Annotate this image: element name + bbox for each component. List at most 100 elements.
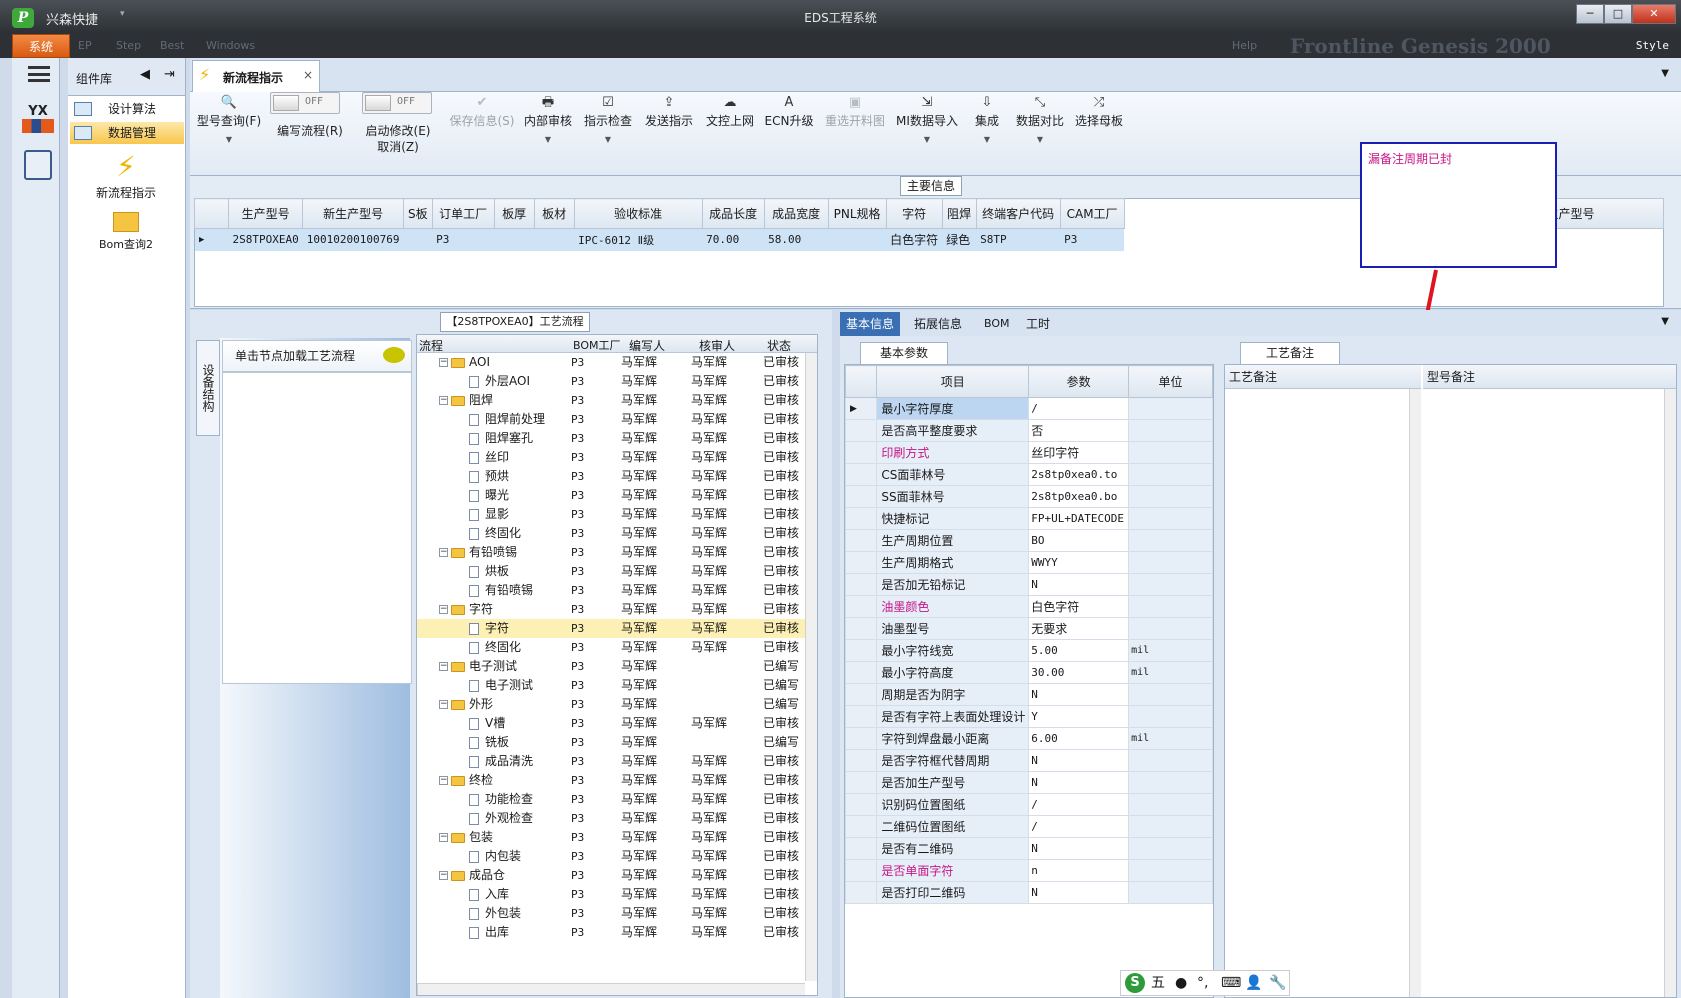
calculator-icon[interactable] — [24, 150, 52, 180]
minimize-button[interactable]: ─ — [1576, 4, 1604, 24]
tree-row[interactable]: − 外形 P3 马军辉 已编写 — [417, 695, 807, 714]
param-value[interactable]: n — [1028, 859, 1130, 882]
tree-row[interactable]: − 字符 P3 马军辉 马军辉 已审核 — [417, 600, 807, 619]
param-value[interactable]: N — [1028, 749, 1130, 772]
tree-row[interactable]: 外观检查 P3 马军辉 马军辉 已审核 — [417, 809, 807, 828]
tree-row[interactable]: 阻焊前处理 P3 马军辉 马军辉 已审核 — [417, 410, 807, 429]
param-value[interactable]: 否 — [1028, 419, 1130, 442]
cell[interactable] — [494, 228, 535, 251]
cell[interactable]: 58.00 — [764, 228, 829, 251]
toggle-switch[interactable]: OFF — [362, 92, 432, 114]
column-header[interactable]: PNL规格 — [827, 198, 887, 229]
param-value[interactable]: 无要求 — [1028, 617, 1130, 640]
internal-review-button[interactable]: 🖶 内部审核 ▼ — [520, 94, 576, 164]
tree-row[interactable]: 预烘 P3 马军辉 马军辉 已审核 — [417, 467, 807, 486]
collapse-toggle-icon[interactable]: − — [439, 548, 448, 557]
tree-row[interactable]: − 有铅喷锡 P3 马军辉 马军辉 已审核 — [417, 543, 807, 562]
collapse-toggle-icon[interactable]: − — [439, 662, 448, 671]
tree-row[interactable]: 外层AOI P3 马军辉 马军辉 已审核 — [417, 372, 807, 391]
select-mother-board-button[interactable]: ⤮ 选择母板 — [1070, 94, 1128, 164]
column-header[interactable]: S板 — [402, 198, 433, 229]
side-tab-equipment[interactable]: 设备结构 — [196, 340, 220, 436]
param-row[interactable]: 油墨型号 无要求 — [844, 617, 1213, 640]
punct-icon[interactable]: °, — [1197, 971, 1208, 995]
param-row[interactable]: 是否字符框代替周期 N — [844, 749, 1213, 772]
collapse-toggle-icon[interactable]: − — [439, 605, 448, 614]
param-row[interactable]: 是否加生产型号 N — [844, 771, 1213, 794]
reselect-cutting-button[interactable]: ▣ 重选开料图 — [820, 94, 890, 164]
tree-row[interactable]: 终固化 P3 马军辉 马军辉 已审核 — [417, 524, 807, 543]
cell[interactable]: 10010200100769 — [302, 228, 404, 251]
doc-online-button[interactable]: ☁ 文控上网 — [702, 94, 758, 164]
ecn-upgrade-button[interactable]: A ECN升级 — [762, 94, 816, 164]
column-header[interactable]: 板材 — [533, 198, 575, 229]
param-value[interactable]: 2s8tp0xea0.bo — [1028, 485, 1130, 508]
tree-row[interactable]: 功能检查 P3 马军辉 马军辉 已审核 — [417, 790, 807, 809]
menu-item-ep[interactable]: EP — [78, 39, 92, 52]
hamburger-menu-icon[interactable] — [28, 66, 50, 82]
cell[interactable] — [403, 228, 433, 251]
param-row[interactable]: 二维码位置图纸 / — [844, 815, 1213, 838]
tab-close-icon[interactable]: × — [303, 68, 313, 82]
data-compare-button[interactable]: ⤡ 数据对比 ▼ — [1012, 94, 1068, 164]
tree-row[interactable]: 字符 P3 马军辉 马军辉 已审核 — [417, 619, 807, 638]
tree-row[interactable]: 阻焊塞孔 P3 马军辉 马军辉 已审核 — [417, 429, 807, 448]
model-notes-scrollbar[interactable] — [1664, 389, 1676, 997]
cell[interactable]: S8TP — [976, 228, 1061, 251]
param-row[interactable]: 印刷方式 丝印字符 — [844, 441, 1213, 464]
param-row[interactable]: ▶ 最小字符厚度 / — [844, 397, 1213, 420]
collapse-toggle-icon[interactable]: − — [439, 776, 448, 785]
tree-row[interactable]: 丝印 P3 马军辉 马军辉 已审核 — [417, 448, 807, 467]
collapse-toggle-icon[interactable]: − — [439, 396, 448, 405]
param-value[interactable]: N — [1028, 683, 1130, 706]
param-value[interactable]: FP+UL+DATECODE — [1028, 507, 1130, 530]
column-header[interactable]: 成品宽度 — [763, 198, 829, 229]
column-header[interactable]: 验收标准 — [573, 198, 703, 229]
column-header[interactable]: 流程 — [419, 337, 443, 354]
column-header[interactable]: 阻焊 — [941, 198, 977, 229]
column-header[interactable]: 工艺备注 — [1225, 365, 1421, 389]
tree-row[interactable]: 电子测试 P3 马军辉 已编写 — [417, 676, 807, 695]
tree-row[interactable]: − 终检 P3 马军辉 马军辉 已审核 — [417, 771, 807, 790]
param-value[interactable]: N — [1028, 881, 1130, 904]
param-row[interactable]: 是否有字符上表面处理设计 Y — [844, 705, 1213, 728]
column-header[interactable]: 成品长度 — [701, 198, 765, 229]
param-row[interactable]: 字符到焊盘最小距离 6.00 mil — [844, 727, 1213, 750]
cell[interactable]: 2S8TPOXEA0 — [228, 228, 303, 251]
param-value[interactable]: BO — [1028, 529, 1130, 552]
param-value[interactable]: WWYY — [1028, 551, 1130, 574]
cell[interactable]: IPC-6012 Ⅱ级 — [574, 228, 703, 251]
collapse-toggle-icon[interactable]: − — [439, 358, 448, 367]
cell[interactable]: P3 — [1060, 228, 1125, 251]
param-value[interactable]: / — [1028, 793, 1130, 816]
tree-row[interactable]: − AOI P3 马军辉 马军辉 已审核 — [417, 353, 807, 372]
tree-row[interactable]: 出库 P3 马军辉 马军辉 已审核 — [417, 923, 807, 942]
model-query-button[interactable]: 🔍 型号查询(F) ▼ — [194, 94, 264, 164]
cell[interactable]: 绿色 — [942, 228, 977, 251]
tree-row[interactable]: 外包装 P3 马军辉 马军辉 已审核 — [417, 904, 807, 923]
tree-row[interactable]: 成品清洗 P3 马军辉 马军辉 已审核 — [417, 752, 807, 771]
tree-row[interactable]: 曝光 P3 马军辉 马军辉 已审核 — [417, 486, 807, 505]
user-icon[interactable]: 👤 — [1245, 971, 1262, 995]
tree-row[interactable]: 铣板 P3 马军辉 已编写 — [417, 733, 807, 752]
collapse-left-icon[interactable]: ◀ — [140, 67, 150, 82]
tree-row[interactable]: V槽 P3 马军辉 马军辉 已审核 — [417, 714, 807, 733]
toggle-switch[interactable]: OFF — [270, 92, 340, 114]
moon-icon[interactable]: ● — [1175, 971, 1187, 995]
notes-scrollbar[interactable] — [1409, 389, 1421, 997]
subtab-basic-params[interactable]: 基本参数 — [860, 342, 948, 364]
tab-list-dropdown-icon[interactable]: ▼ — [1661, 316, 1669, 327]
param-value[interactable]: 2s8tp0xea0.to — [1028, 463, 1130, 486]
keyboard-icon[interactable]: ⌨ — [1221, 971, 1241, 995]
param-row[interactable]: 生产周期格式 WWYY — [844, 551, 1213, 574]
collapse-toggle-icon[interactable]: − — [439, 833, 448, 842]
param-row[interactable]: 最小字符线宽 5.00 mil — [844, 639, 1213, 662]
write-flow-toggle[interactable]: OFF 编写流程(R) — [270, 92, 350, 164]
tree-horizontal-scrollbar[interactable] — [417, 983, 805, 995]
comp-item-design-algorithm[interactable]: 设计算法 — [70, 98, 184, 120]
save-info-button[interactable]: ✔ 保存信息(S) — [446, 94, 518, 164]
tab-new-flow[interactable]: ⚡ 新流程指示 × — [192, 60, 320, 92]
param-row[interactable]: 是否单面字符 n — [844, 859, 1213, 882]
tree-row[interactable]: − 包装 P3 马军辉 马军辉 已审核 — [417, 828, 807, 847]
column-header[interactable]: 订单工厂 — [431, 198, 495, 229]
